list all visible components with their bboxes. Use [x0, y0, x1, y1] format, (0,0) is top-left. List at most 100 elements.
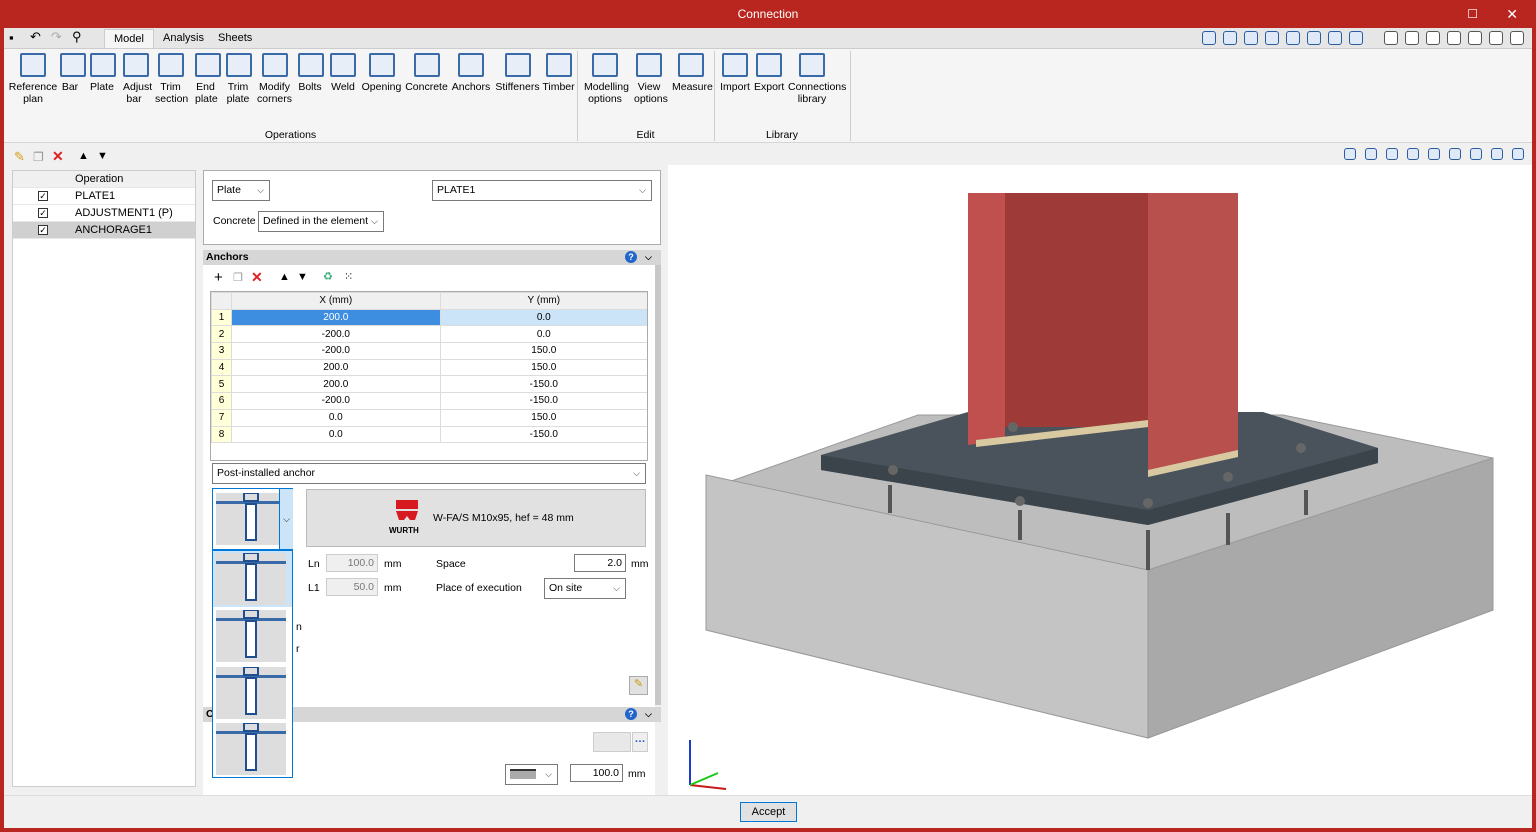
- ribbon-opening-button[interactable]: Opening: [361, 53, 402, 93]
- display-tool-icon[interactable]: [1426, 31, 1440, 45]
- ribbon-plate-button[interactable]: Plate: [90, 53, 116, 93]
- line-style-select[interactable]: ⌵: [505, 764, 558, 785]
- more-button[interactable]: …: [632, 732, 648, 752]
- ribbon-connections-button[interactable]: Connections library: [788, 53, 846, 105]
- anchor-option-threaded-icon[interactable]: [216, 552, 286, 605]
- element-type-select[interactable]: Plate ⌵: [212, 180, 270, 201]
- ribbon-view-button[interactable]: View options: [634, 53, 668, 105]
- help-icon[interactable]: ?: [625, 251, 637, 263]
- anchor-option-undercut-icon[interactable]: [216, 666, 286, 719]
- display-tool-icon[interactable]: [1489, 31, 1503, 45]
- tab-sheets[interactable]: Sheets: [209, 29, 261, 48]
- cell-x[interactable]: 0.0: [231, 425, 441, 444]
- accept-button[interactable]: Accept: [740, 802, 797, 822]
- view-tool-icon[interactable]: [1349, 31, 1363, 45]
- display-tool-icon[interactable]: [1384, 31, 1398, 45]
- ribbon-reference-button[interactable]: Reference plan: [8, 53, 58, 105]
- cell-x[interactable]: 0.0: [231, 408, 441, 427]
- ribbon-stiffeners-button[interactable]: Stiffeners: [494, 53, 541, 93]
- move-up-icon[interactable]: ▲: [78, 150, 89, 162]
- ribbon-anchors-button[interactable]: Anchors: [451, 53, 491, 93]
- operation-row[interactable]: ✓ PLATE1: [13, 188, 195, 205]
- viewport-tool-icon[interactable]: [1344, 148, 1356, 160]
- viewport-tool-icon[interactable]: [1407, 148, 1419, 160]
- ribbon-modify-button[interactable]: Modify corners: [257, 53, 292, 105]
- checkbox[interactable]: ✓: [38, 208, 48, 218]
- chevron-down-icon[interactable]: ⌵: [279, 489, 293, 549]
- cell-x[interactable]: 200.0: [231, 358, 441, 377]
- row-up-icon[interactable]: ▲: [279, 271, 290, 283]
- move-down-icon[interactable]: ▼: [97, 150, 108, 162]
- tab-analysis[interactable]: Analysis: [154, 29, 213, 48]
- display-tool-icon[interactable]: [1468, 31, 1482, 45]
- save-icon[interactable]: ▪: [9, 30, 14, 45]
- viewport-tool-icon[interactable]: [1365, 148, 1377, 160]
- table-row[interactable]: 5 200.0 -150.0: [211, 375, 647, 394]
- tab-model[interactable]: Model: [104, 29, 154, 48]
- row-down-icon[interactable]: ▼: [297, 271, 308, 283]
- redo-icon[interactable]: ↷: [51, 29, 62, 45]
- edit-anchor-button[interactable]: ✎: [629, 676, 648, 695]
- collapse-icon[interactable]: ⌵: [645, 250, 652, 265]
- ribbon-trim-button[interactable]: Trim section: [155, 53, 188, 105]
- viewport-tool-icon[interactable]: [1449, 148, 1461, 160]
- cell-y[interactable]: 150.0: [439, 342, 647, 360]
- grid-icon[interactable]: ⁙: [344, 270, 353, 283]
- anchor-image-select[interactable]: ⌵: [212, 488, 293, 550]
- cell-x[interactable]: 200.0: [231, 375, 441, 394]
- execution-select[interactable]: On site ⌵: [544, 578, 626, 599]
- l1-input[interactable]: 50.0: [326, 578, 378, 596]
- cell-y[interactable]: -150.0: [439, 375, 647, 394]
- close-button[interactable]: ✕: [1506, 0, 1518, 28]
- operation-row[interactable]: ✓ ANCHORAGE1: [13, 222, 195, 239]
- anchor-product-button[interactable]: WURTH W-FA/S M10x95, hef = 48 mm: [306, 489, 646, 547]
- ribbon-timber-button[interactable]: Timber: [541, 53, 576, 93]
- ln-input[interactable]: 100.0: [326, 554, 378, 572]
- table-row[interactable]: 4 200.0 150.0: [211, 358, 647, 377]
- copy-icon[interactable]: ❐: [33, 150, 44, 164]
- ribbon-export-button[interactable]: Export: [754, 53, 784, 93]
- viewport-tool-icon[interactable]: [1386, 148, 1398, 160]
- ribbon-import-button[interactable]: Import: [720, 53, 750, 93]
- display-tool-icon[interactable]: [1405, 31, 1419, 45]
- view-tool-icon[interactable]: [1244, 31, 1258, 45]
- viewport-tool-icon[interactable]: [1428, 148, 1440, 160]
- ribbon-adjust-button[interactable]: Adjust bar: [123, 53, 152, 105]
- table-row[interactable]: 6 -200.0 -150.0: [211, 392, 647, 410]
- anchor-option-expansion-icon[interactable]: [216, 609, 286, 662]
- scrollbar[interactable]: [655, 265, 661, 705]
- cell-x[interactable]: 200.0: [231, 308, 441, 327]
- concrete-select[interactable]: Defined in the element ⌵: [258, 211, 384, 232]
- cell-y[interactable]: 150.0: [439, 358, 647, 377]
- cell-y[interactable]: 0.0: [439, 308, 647, 327]
- cell-y[interactable]: 150.0: [439, 408, 647, 427]
- cell-y[interactable]: -150.0: [439, 392, 647, 410]
- operation-row[interactable]: ✓ ADJUSTMENT1 (P): [13, 205, 195, 222]
- undo-icon[interactable]: ↶: [30, 29, 41, 45]
- anchor-type-select[interactable]: Post-installed anchor ⌵: [212, 463, 646, 484]
- checkbox[interactable]: ✓: [38, 225, 48, 235]
- table-row[interactable]: 2 -200.0 0.0: [211, 325, 647, 344]
- ribbon-bolts-button[interactable]: Bolts: [298, 53, 324, 93]
- space-input[interactable]: 2.0: [574, 554, 626, 572]
- search-icon[interactable]: ⚲: [72, 29, 82, 45]
- cell-x[interactable]: -200.0: [231, 325, 441, 344]
- ribbon-bar-button[interactable]: Bar: [60, 53, 86, 93]
- collapse-icon[interactable]: ⌵: [645, 707, 652, 722]
- cell-y[interactable]: -150.0: [439, 425, 647, 444]
- ribbon-modelling-button[interactable]: Modelling options: [584, 53, 629, 105]
- ribbon-trim-button[interactable]: Trim plate: [226, 53, 252, 105]
- 3d-viewport[interactable]: [668, 165, 1532, 795]
- add-icon[interactable]: +: [214, 269, 223, 286]
- thickness-input[interactable]: 100.0: [570, 764, 623, 782]
- import-points-icon[interactable]: ♻: [323, 270, 333, 283]
- viewport-tool-icon[interactable]: [1491, 148, 1503, 160]
- table-row[interactable]: 8 0.0 -150.0: [211, 425, 647, 444]
- ribbon-end-button[interactable]: End plate: [195, 53, 221, 105]
- viewport-tool-icon[interactable]: [1470, 148, 1482, 160]
- view-tool-icon[interactable]: [1223, 31, 1237, 45]
- table-row[interactable]: 7 0.0 150.0: [211, 408, 647, 427]
- help-icon[interactable]: ?: [625, 708, 637, 720]
- cell-y[interactable]: 0.0: [439, 325, 647, 344]
- display-tool-icon[interactable]: [1447, 31, 1461, 45]
